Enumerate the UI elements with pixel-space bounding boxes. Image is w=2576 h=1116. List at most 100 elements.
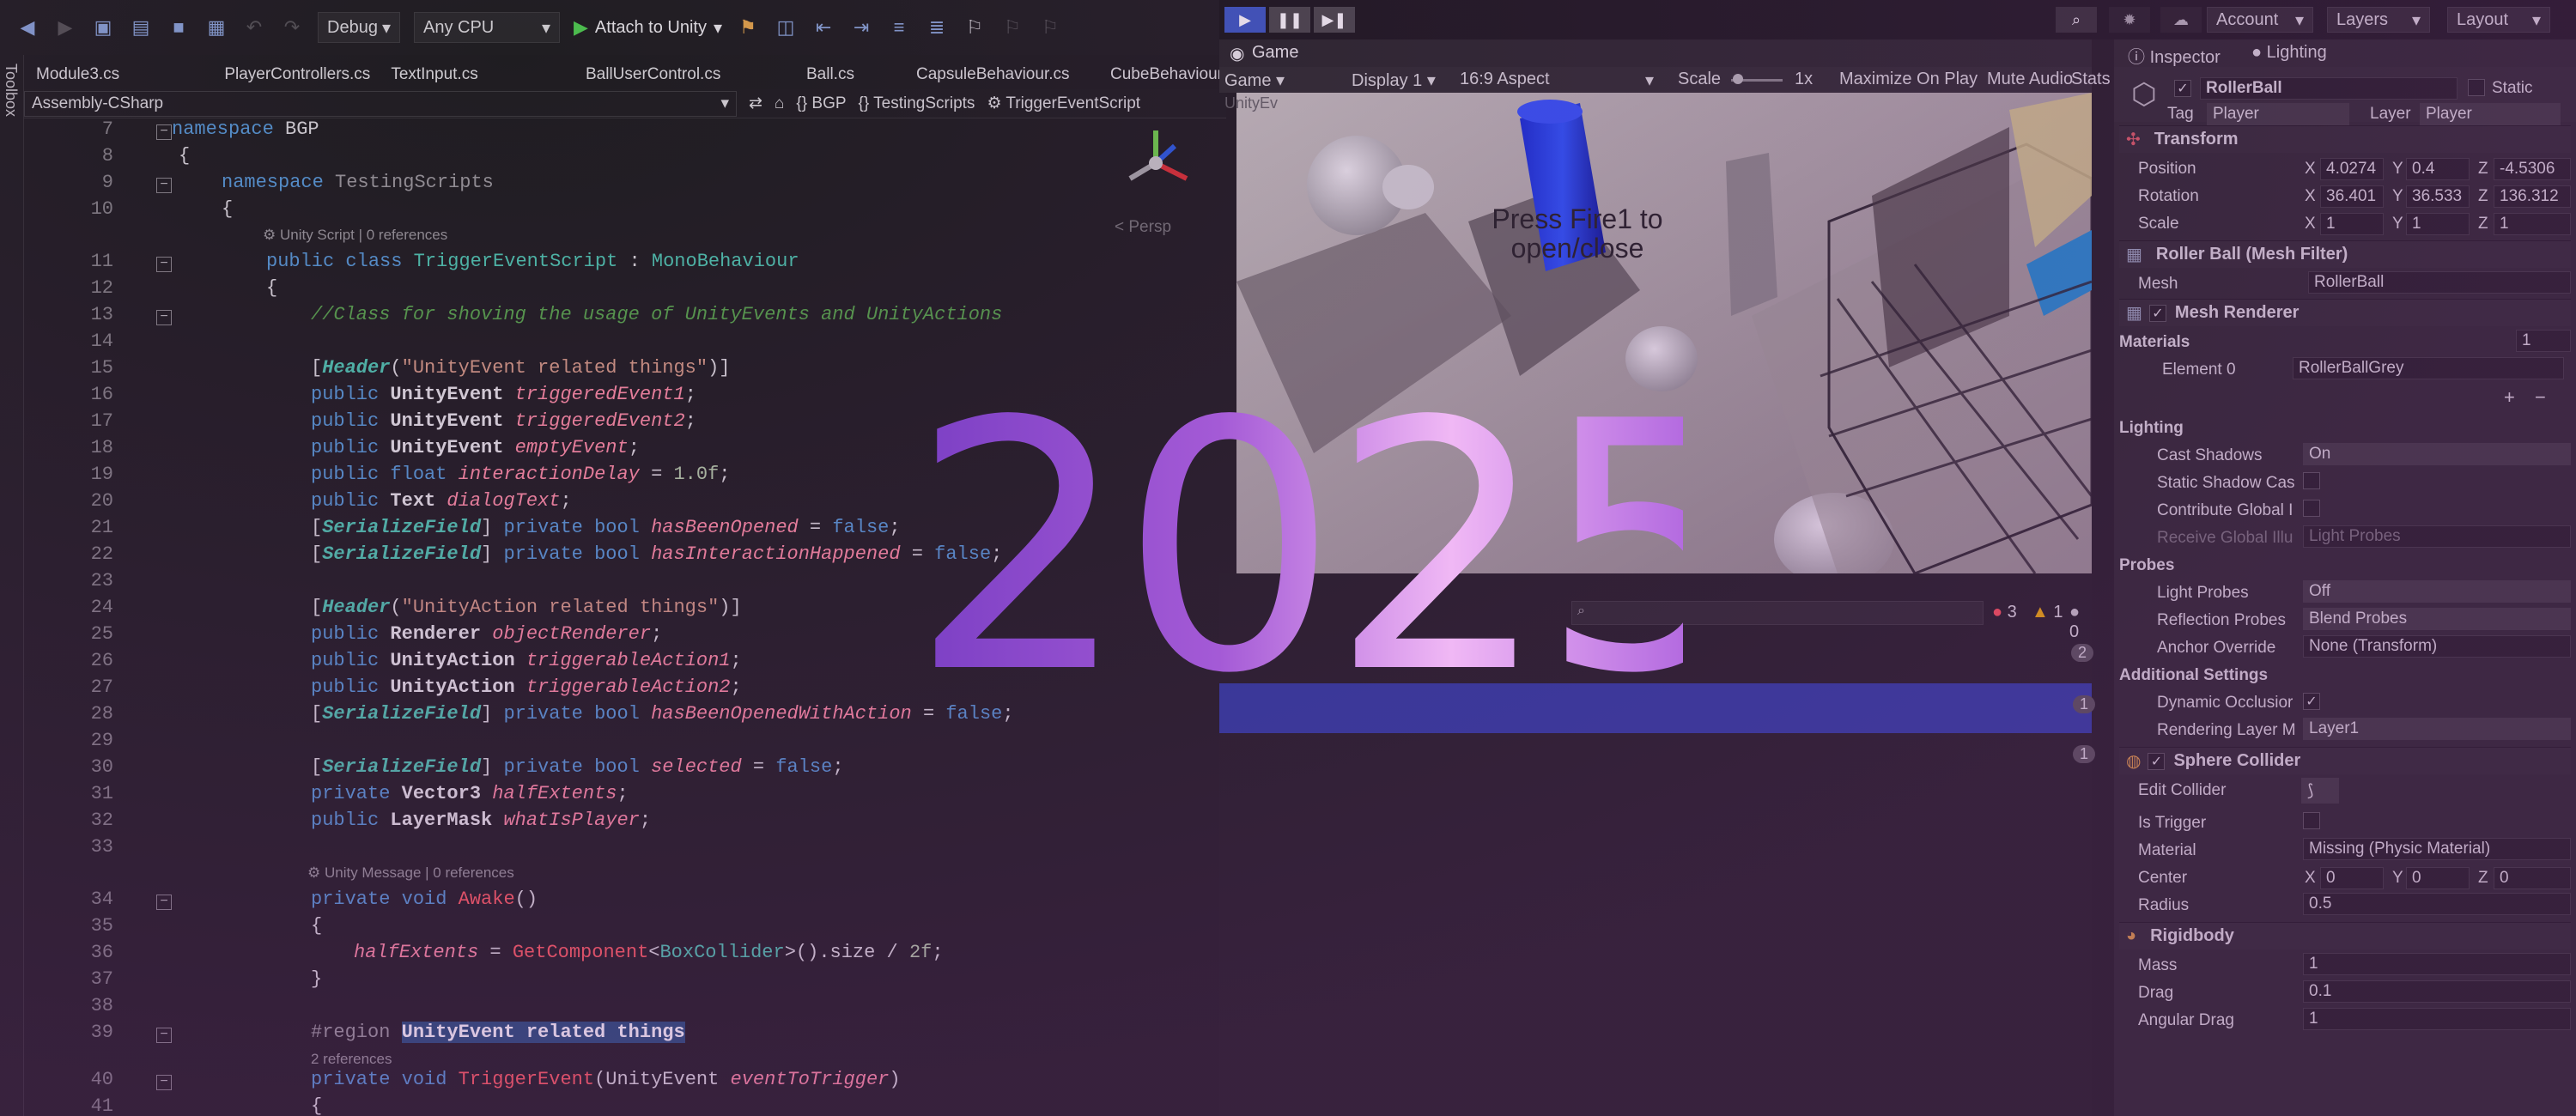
tab-capsule-behaviour[interactable]: CapsuleBehaviour.cs (857, 60, 1070, 91)
layers-dropdown[interactable]: Layers ▾ (2327, 7, 2430, 33)
aspect-select[interactable]: 16:9 Aspect (1460, 70, 1550, 89)
pause-button[interactable]: ❚❚ (1269, 7, 1310, 33)
tag-dropdown[interactable]: Player (2207, 103, 2349, 125)
scale-slider-thumb[interactable] (1733, 74, 1743, 84)
tab-ball-user-control[interactable]: BallUserControl.cs (513, 60, 724, 91)
anchor-override-field[interactable]: None (Transform) (2303, 635, 2571, 658)
member-crumb[interactable]: ⚙ TriggerEventScript (987, 94, 1140, 113)
additional-settings-foldout[interactable]: Additional Settings (2119, 664, 2549, 687)
probes-foldout[interactable]: Probes (2119, 555, 2549, 577)
tab-player-controllers[interactable]: PlayerControllers.cs (171, 60, 377, 91)
bookmark-icon[interactable]: ⚐ (963, 15, 987, 39)
home-icon[interactable]: ⌂ (775, 94, 784, 113)
outdent-icon[interactable]: ⇥ (849, 15, 873, 39)
namespace2-crumb[interactable]: {} TestingScripts (859, 94, 975, 113)
layer-dropdown[interactable]: Player (2420, 103, 2561, 125)
tab-module3[interactable]: Module3.cs (24, 60, 171, 91)
new-project-icon[interactable]: ▣ (91, 15, 115, 39)
tab-cube-behaviour[interactable]: CubeBehaviour.cs (1063, 60, 1242, 91)
static-shadow-checkbox[interactable] (2303, 472, 2320, 494)
message-count-button[interactable]: ● 0 (2069, 603, 2092, 642)
configuration-select[interactable]: Debug ▾ (318, 12, 400, 43)
console-search-input[interactable]: ⌕ (1571, 601, 1984, 625)
tab-lighting[interactable]: ● Lighting (2251, 43, 2327, 63)
attach-to-unity-button[interactable]: ▶ Attach to Unity ▾ (574, 16, 722, 39)
radius-field[interactable]: 0.5 (2303, 893, 2571, 915)
scale-x-field[interactable]: 1 (2320, 213, 2384, 235)
is-trigger-checkbox[interactable] (2303, 812, 2320, 834)
rendering-layer-dropdown[interactable]: Layer1 (2303, 718, 2571, 740)
position-y-field[interactable]: 0.4 (2406, 158, 2470, 180)
drag-field[interactable]: 0.1 (2303, 980, 2571, 1003)
cast-shadows-dropdown[interactable]: On (2303, 443, 2571, 465)
prev-bookmark-icon[interactable]: ⚐ (1000, 15, 1024, 39)
account-dropdown[interactable]: Account ▾ (2207, 7, 2313, 33)
tab-ball[interactable]: Ball.cs (724, 60, 857, 91)
rotation-x-field[interactable]: 36.401 (2320, 185, 2384, 208)
maximize-on-play-toggle[interactable]: Maximize On Play (1839, 70, 1978, 89)
mesh-field[interactable]: RollerBall (2308, 271, 2571, 294)
screenshot-icon[interactable]: ◫ (774, 15, 798, 39)
reflection-probes-dropdown[interactable]: Blend Probes (2303, 608, 2571, 630)
cloud-icon[interactable]: ☁ (2160, 7, 2202, 33)
comment-icon[interactable]: ≡ (887, 15, 911, 39)
aspect-chevron-icon[interactable]: ▾ (1645, 70, 1654, 91)
sun-icon[interactable]: ✹ (2109, 7, 2150, 33)
dynamic-occlusion-checkbox[interactable]: ✓ (2303, 692, 2320, 711)
receive-gi-dropdown[interactable]: Light Probes (2303, 525, 2571, 548)
mass-field[interactable]: 1 (2303, 953, 2571, 975)
rotation-y-field[interactable]: 36.533 (2406, 185, 2470, 208)
transform-section[interactable]: ✣ Transform (2119, 125, 2571, 153)
scale-z-field[interactable]: 1 (2494, 213, 2571, 235)
error-count-button[interactable]: ● 3 (1992, 603, 2017, 622)
materials-count-field[interactable]: 1 (2516, 330, 2571, 352)
center-y-field[interactable]: 0 (2406, 867, 2470, 889)
unity-tools-icon[interactable]: ⚑ (736, 15, 760, 39)
next-bookmark-icon[interactable]: ⚐ (1038, 15, 1062, 39)
game-tab[interactable]: ◉ Game (1219, 39, 2092, 67)
center-z-field[interactable]: 0 (2494, 867, 2571, 889)
code-editor[interactable]: 7− namespace BGP 8{ 9− namespace TestingSc… (24, 118, 1226, 1116)
mesh-filter-section[interactable]: ▦ Roller Ball (Mesh Filter) (2119, 240, 2571, 268)
rigidbody-section[interactable]: ◕ Rigidbody (2119, 922, 2571, 949)
static-checkbox[interactable] (2468, 79, 2485, 101)
namespace-crumb[interactable]: {} BGP (796, 94, 846, 113)
save-all-icon[interactable]: ▦ (204, 15, 228, 39)
mesh-renderer-section[interactable]: ▦ ✓ Mesh Renderer (2119, 299, 2571, 326)
lighting-foldout[interactable]: Lighting (2119, 417, 2549, 440)
save-icon[interactable]: ■ (167, 15, 191, 39)
codelens-references[interactable]: ⚙ Unity Script | 0 references (263, 227, 447, 247)
codelens-unity-message[interactable]: ⚙ Unity Message | 0 references (307, 864, 514, 885)
center-x-field[interactable]: 0 (2320, 867, 2384, 889)
position-z-field[interactable]: -4.5306 (2494, 158, 2571, 180)
project-dropdown[interactable]: Assembly-CSharp ▾ (24, 90, 737, 117)
physic-material-field[interactable]: Missing (Physic Material) (2303, 838, 2571, 860)
light-probes-dropdown[interactable]: Off (2303, 580, 2571, 603)
platform-select[interactable]: Any CPU ▾ (414, 12, 560, 43)
material-field[interactable]: RollerBallGrey (2293, 357, 2564, 379)
sync-icon[interactable]: ⇄ (749, 94, 762, 113)
position-x-field[interactable]: 4.0274 (2320, 158, 2384, 180)
forward-icon[interactable]: ▶ (53, 15, 77, 39)
contribute-gi-checkbox[interactable] (2303, 500, 2320, 522)
layout-dropdown[interactable]: Layout ▾ (2447, 7, 2550, 33)
rotation-z-field[interactable]: 136.312 (2494, 185, 2571, 208)
undo-icon[interactable]: ↶ (242, 15, 266, 39)
tab-inspector[interactable]: ⓘ Inspector (2128, 43, 2221, 68)
add-material-button[interactable]: + (2504, 386, 2515, 409)
step-button[interactable]: ▶❚ (1314, 7, 1355, 33)
materials-foldout[interactable]: Materials (2119, 333, 2190, 352)
persp-label[interactable]: < Persp (1115, 218, 1171, 237)
play-button[interactable]: ▶ (1224, 7, 1266, 33)
game-mode-select[interactable]: Game ▾ (1224, 70, 1285, 91)
game-view[interactable]: Press Fire1 to open/close (1236, 93, 2092, 573)
uncomment-icon[interactable]: ≣ (925, 15, 949, 39)
sphere-collider-section[interactable]: ◍ ✓ Sphere Collider (2119, 747, 2571, 774)
scene-gizmo[interactable] (1113, 120, 1199, 206)
angular-drag-field[interactable]: 1 (2303, 1008, 2571, 1030)
remove-material-button[interactable]: − (2535, 386, 2546, 409)
toolbox-panel[interactable]: Toolbox (0, 55, 24, 1116)
object-name-input[interactable]: RollerBall (2200, 77, 2458, 100)
search-icon[interactable]: ⌕ (2056, 7, 2097, 33)
scale-y-field[interactable]: 1 (2406, 213, 2470, 235)
